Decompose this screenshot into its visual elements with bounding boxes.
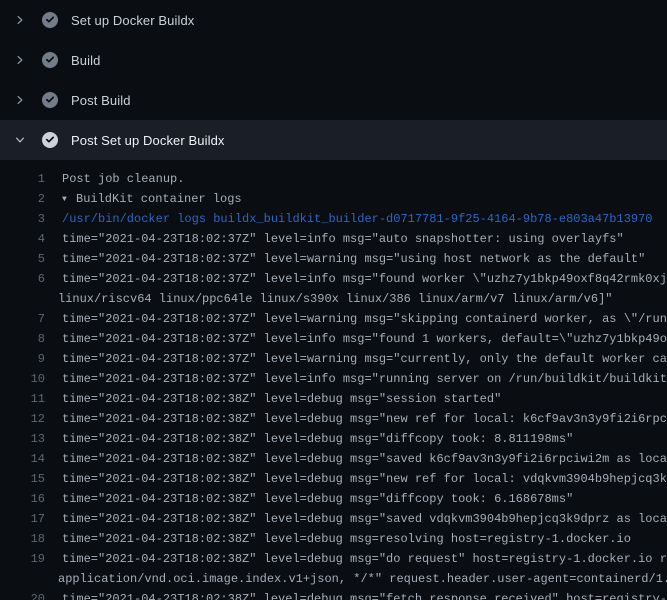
chevron-right-icon bbox=[14, 54, 26, 66]
step-header-1[interactable]: Build bbox=[0, 40, 667, 80]
log-line: 5 time="2021-04-23T18:02:37Z" level=warni… bbox=[0, 249, 667, 269]
log-line-number[interactable]: 9 bbox=[0, 349, 45, 369]
log-line-number[interactable]: 12 bbox=[0, 409, 45, 429]
check-circle-icon bbox=[42, 132, 58, 148]
log-line-number[interactable]: 16 bbox=[0, 489, 45, 509]
step-header-0[interactable]: Set up Docker Buildx bbox=[0, 0, 667, 40]
log-line-number[interactable]: 15 bbox=[0, 469, 45, 489]
log-line-number[interactable]: 5 bbox=[0, 249, 45, 269]
log-line-number bbox=[0, 289, 45, 309]
log-line-number[interactable]: 11 bbox=[0, 389, 45, 409]
log-command-text: /usr/bin/docker logs buildx_buildkit_bui… bbox=[62, 209, 653, 229]
log-line-number[interactable]: 8 bbox=[0, 329, 45, 349]
log-line-number[interactable]: 1 bbox=[0, 169, 45, 189]
log-line-text: time="2021-04-23T18:02:37Z" level=warnin… bbox=[62, 309, 667, 329]
log-line: 7 time="2021-04-23T18:02:37Z" level=warni… bbox=[0, 309, 667, 329]
log-line-text: time="2021-04-23T18:02:38Z" level=debug … bbox=[62, 409, 667, 429]
log-line-text: time="2021-04-23T18:02:38Z" level=debug … bbox=[62, 389, 501, 409]
chevron-down-icon bbox=[14, 134, 26, 146]
log-line: linux/riscv64 linux/ppc64le linux/s390x … bbox=[0, 289, 667, 309]
log-line-text: time="2021-04-23T18:02:37Z" level=info m… bbox=[62, 329, 667, 349]
log-line-text: time="2021-04-23T18:02:38Z" level=debug … bbox=[62, 589, 667, 600]
log-line-number[interactable]: 4 bbox=[0, 229, 45, 249]
log-line-number[interactable]: 17 bbox=[0, 509, 45, 529]
chevron-right-icon bbox=[14, 14, 26, 26]
log-line: 4 time="2021-04-23T18:02:37Z" level=info … bbox=[0, 229, 667, 249]
log-line-number[interactable]: 13 bbox=[0, 429, 45, 449]
log-line-text: Post job cleanup. bbox=[62, 169, 184, 189]
log-line: 11 time="2021-04-23T18:02:38Z" level=debu… bbox=[0, 389, 667, 409]
log-line-text: linux/riscv64 linux/ppc64le linux/s390x … bbox=[58, 289, 613, 309]
log-line: 19 time="2021-04-23T18:02:38Z" level=debu… bbox=[0, 549, 667, 569]
check-circle-icon bbox=[42, 52, 58, 68]
log-line-text: time="2021-04-23T18:02:38Z" level=debug … bbox=[62, 429, 573, 449]
log-line-text: time="2021-04-23T18:02:38Z" level=debug … bbox=[62, 549, 667, 569]
log-line-text: time="2021-04-23T18:02:37Z" level=info m… bbox=[62, 229, 624, 249]
log-panel: 1 Post job cleanup. 2 ▼BuildKit container l… bbox=[0, 160, 667, 600]
step-header-2[interactable]: Post Build bbox=[0, 80, 667, 120]
check-circle-icon bbox=[42, 12, 58, 28]
log-line-number[interactable]: 7 bbox=[0, 309, 45, 329]
log-line-text: time="2021-04-23T18:02:38Z" level=debug … bbox=[62, 509, 667, 529]
step-label: Post Build bbox=[71, 93, 131, 108]
chevron-right-icon bbox=[14, 94, 26, 106]
log-line: 8 time="2021-04-23T18:02:37Z" level=info … bbox=[0, 329, 667, 349]
log-line: 20 time="2021-04-23T18:02:38Z" level=debu… bbox=[0, 589, 667, 600]
log-line-text: time="2021-04-23T18:02:38Z" level=debug … bbox=[62, 449, 667, 469]
log-line-text: time="2021-04-23T18:02:38Z" level=debug … bbox=[62, 489, 573, 509]
log-line-text: time="2021-04-23T18:02:38Z" level=debug … bbox=[62, 529, 631, 549]
log-line-text: time="2021-04-23T18:02:37Z" level=info m… bbox=[62, 269, 667, 289]
log-line: 12 time="2021-04-23T18:02:38Z" level=debu… bbox=[0, 409, 667, 429]
log-line-number[interactable]: 14 bbox=[0, 449, 45, 469]
log-line-number[interactable]: 2 bbox=[0, 189, 45, 209]
log-line-number[interactable]: 20 bbox=[0, 589, 45, 600]
step-header-3[interactable]: Post Set up Docker Buildx bbox=[0, 120, 667, 160]
check-circle-icon bbox=[42, 92, 58, 108]
log-line-text: ▼BuildKit container logs bbox=[62, 189, 242, 209]
log-line-text: time="2021-04-23T18:02:37Z" level=warnin… bbox=[62, 249, 645, 269]
log-line-text: application/vnd.oci.image.index.v1+json,… bbox=[58, 569, 667, 589]
log-line: 18 time="2021-04-23T18:02:38Z" level=debu… bbox=[0, 529, 667, 549]
log-line: 2 ▼BuildKit container logs bbox=[0, 189, 667, 209]
step-label: Set up Docker Buildx bbox=[71, 13, 194, 28]
log-line: 1 Post job cleanup. bbox=[0, 169, 667, 189]
log-line-number[interactable]: 19 bbox=[0, 549, 45, 569]
log-line-number[interactable]: 10 bbox=[0, 369, 45, 389]
log-line: 15 time="2021-04-23T18:02:38Z" level=debu… bbox=[0, 469, 667, 489]
log-line-text: time="2021-04-23T18:02:38Z" level=debug … bbox=[62, 469, 667, 489]
step-label: Post Set up Docker Buildx bbox=[71, 133, 225, 148]
step-label: Build bbox=[71, 53, 100, 68]
log-line-number bbox=[0, 569, 45, 589]
log-line-number[interactable]: 6 bbox=[0, 269, 45, 289]
log-line: 9 time="2021-04-23T18:02:37Z" level=warni… bbox=[0, 349, 667, 369]
log-line: 17 time="2021-04-23T18:02:38Z" level=debu… bbox=[0, 509, 667, 529]
log-line-text: time="2021-04-23T18:02:37Z" level=info m… bbox=[62, 369, 667, 389]
steps-list: Set up Docker Buildx Build Post Build Post … bbox=[0, 0, 667, 160]
log-line: 6 time="2021-04-23T18:02:37Z" level=info … bbox=[0, 269, 667, 289]
log-line: 16 time="2021-04-23T18:02:38Z" level=debu… bbox=[0, 489, 667, 509]
log-line: 14 time="2021-04-23T18:02:38Z" level=debu… bbox=[0, 449, 667, 469]
log-line: application/vnd.oci.image.index.v1+json,… bbox=[0, 569, 667, 589]
log-line-number[interactable]: 3 bbox=[0, 209, 45, 229]
log-line: 3/usr/bin/docker logs buildx_buildkit_bu… bbox=[0, 209, 667, 229]
log-line-text: time="2021-04-23T18:02:37Z" level=warnin… bbox=[62, 349, 667, 369]
collapse-triangle-icon[interactable]: ▼ bbox=[62, 190, 76, 210]
log-line: 13 time="2021-04-23T18:02:38Z" level=debu… bbox=[0, 429, 667, 449]
log-line: 10 time="2021-04-23T18:02:37Z" level=info… bbox=[0, 369, 667, 389]
log-line-number[interactable]: 18 bbox=[0, 529, 45, 549]
